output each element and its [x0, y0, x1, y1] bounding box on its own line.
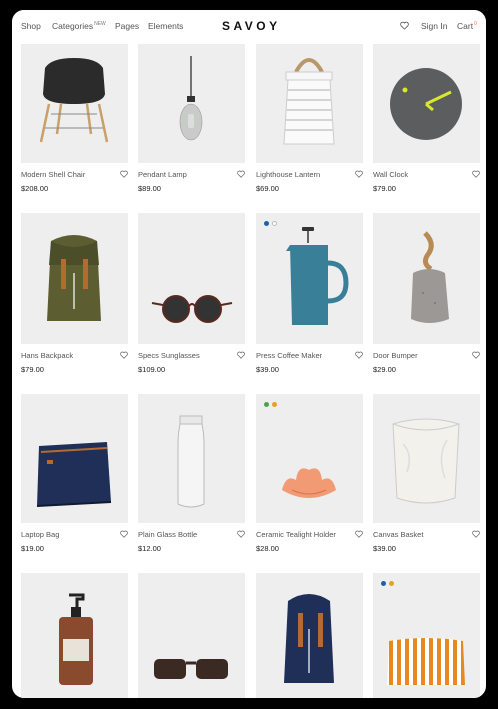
wishlist-heart-icon[interactable]: [237, 170, 245, 178]
wishlist-heart-icon[interactable]: [120, 530, 128, 538]
product-image-sunglasses-tortoise[interactable]: [138, 573, 245, 698]
product-price: $79.00: [373, 184, 396, 193]
wishlist-heart-icon[interactable]: [237, 530, 245, 538]
product-price: $12.00: [138, 544, 161, 553]
product-name[interactable]: Modern Shell Chair: [21, 170, 85, 179]
product-price: $29.00: [373, 365, 396, 374]
wishlist-heart-icon[interactable]: [237, 351, 245, 359]
wishlist-heart-icon[interactable]: [400, 21, 409, 30]
nav-item-pages[interactable]: Pages: [115, 21, 139, 31]
product-image-backpack[interactable]: [21, 213, 128, 344]
product-image-wall-clock[interactable]: [373, 44, 480, 163]
wishlist-heart-icon[interactable]: [355, 170, 363, 178]
product-image-pendant-lamp[interactable]: [138, 44, 245, 163]
color-swatch[interactable]: [264, 221, 269, 226]
product-name[interactable]: Ceramic Tealight Holder: [256, 530, 336, 539]
wishlist-heart-icon[interactable]: [472, 530, 480, 538]
color-swatches: [264, 221, 277, 226]
product-name[interactable]: Plain Glass Bottle: [138, 530, 197, 539]
wishlist-heart-icon[interactable]: [472, 170, 480, 178]
product-price: $69.00: [256, 184, 279, 193]
product-price: $28.00: [256, 544, 279, 553]
cart-count-badge: 0: [474, 21, 477, 28]
product-image-chair[interactable]: [21, 44, 128, 163]
cart-link[interactable]: Cart0: [457, 21, 477, 31]
wishlist-heart-icon[interactable]: [120, 170, 128, 178]
product-name[interactable]: Lighthouse Lantern: [256, 170, 320, 179]
product-image-laptop-bag[interactable]: [21, 394, 128, 523]
color-swatches: [264, 402, 277, 407]
wishlist-heart-icon[interactable]: [355, 530, 363, 538]
wishlist-heart-icon[interactable]: [355, 351, 363, 359]
product-image-tealight-holder[interactable]: [256, 394, 363, 523]
product-price: $79.00: [21, 365, 44, 374]
product-price: $39.00: [373, 544, 396, 553]
wishlist-heart-icon[interactable]: [120, 351, 128, 359]
product-image-navy-backpack[interactable]: [256, 573, 363, 698]
product-price: $208.00: [21, 184, 49, 193]
product-image-soap-bottle[interactable]: [21, 573, 128, 698]
new-badge: NEW: [94, 21, 106, 28]
product-image-door-bumper[interactable]: [373, 213, 480, 344]
product-image-coffee-press[interactable]: [256, 213, 363, 344]
product-price: $89.00: [138, 184, 161, 193]
color-swatch[interactable]: [381, 581, 386, 586]
color-swatches: [381, 581, 394, 586]
site-header: Shop CategoriesNEW Pages Elements SAVOY …: [12, 10, 486, 44]
product-name[interactable]: Door Bumper: [373, 351, 418, 360]
product-name[interactable]: Laptop Bag: [21, 530, 59, 539]
product-name[interactable]: Pendant Lamp: [138, 170, 187, 179]
site-logo[interactable]: SAVOY: [222, 19, 281, 33]
product-name[interactable]: Wall Clock: [373, 170, 408, 179]
product-price: $19.00: [21, 544, 44, 553]
color-swatch[interactable]: [272, 402, 277, 407]
color-swatch[interactable]: [272, 221, 277, 226]
product-name[interactable]: Hans Backpack: [21, 351, 73, 360]
product-image-sunglasses[interactable]: [138, 213, 245, 344]
color-swatch[interactable]: [264, 402, 269, 407]
product-name[interactable]: Specs Sunglasses: [138, 351, 200, 360]
nav-item-categories-label: Categories: [52, 21, 94, 31]
product-price: $109.00: [138, 365, 166, 374]
product-name[interactable]: Canvas Basket: [373, 530, 423, 539]
product-name[interactable]: Press Coffee Maker: [256, 351, 322, 360]
browser-viewport[interactable]: Modern Shell Chair $208.00 Pendant Lamp …: [12, 10, 486, 698]
nav-item-elements[interactable]: Elements: [148, 21, 183, 31]
product-image-striped-pouch[interactable]: [373, 573, 480, 698]
nav-item-shop[interactable]: Shop: [21, 21, 41, 31]
product-price: $39.00: [256, 365, 279, 374]
product-image-canvas-basket[interactable]: [373, 394, 480, 523]
product-image-glass-bottle[interactable]: [138, 394, 245, 523]
sign-in-link[interactable]: Sign In: [421, 21, 447, 31]
tablet-frame: Modern Shell Chair $208.00 Pendant Lamp …: [0, 0, 498, 709]
color-swatch[interactable]: [389, 581, 394, 586]
wishlist-heart-icon[interactable]: [472, 351, 480, 359]
product-image-lantern[interactable]: [256, 44, 363, 163]
nav-item-categories[interactable]: CategoriesNEW: [52, 21, 106, 31]
cart-label: Cart: [457, 21, 474, 31]
